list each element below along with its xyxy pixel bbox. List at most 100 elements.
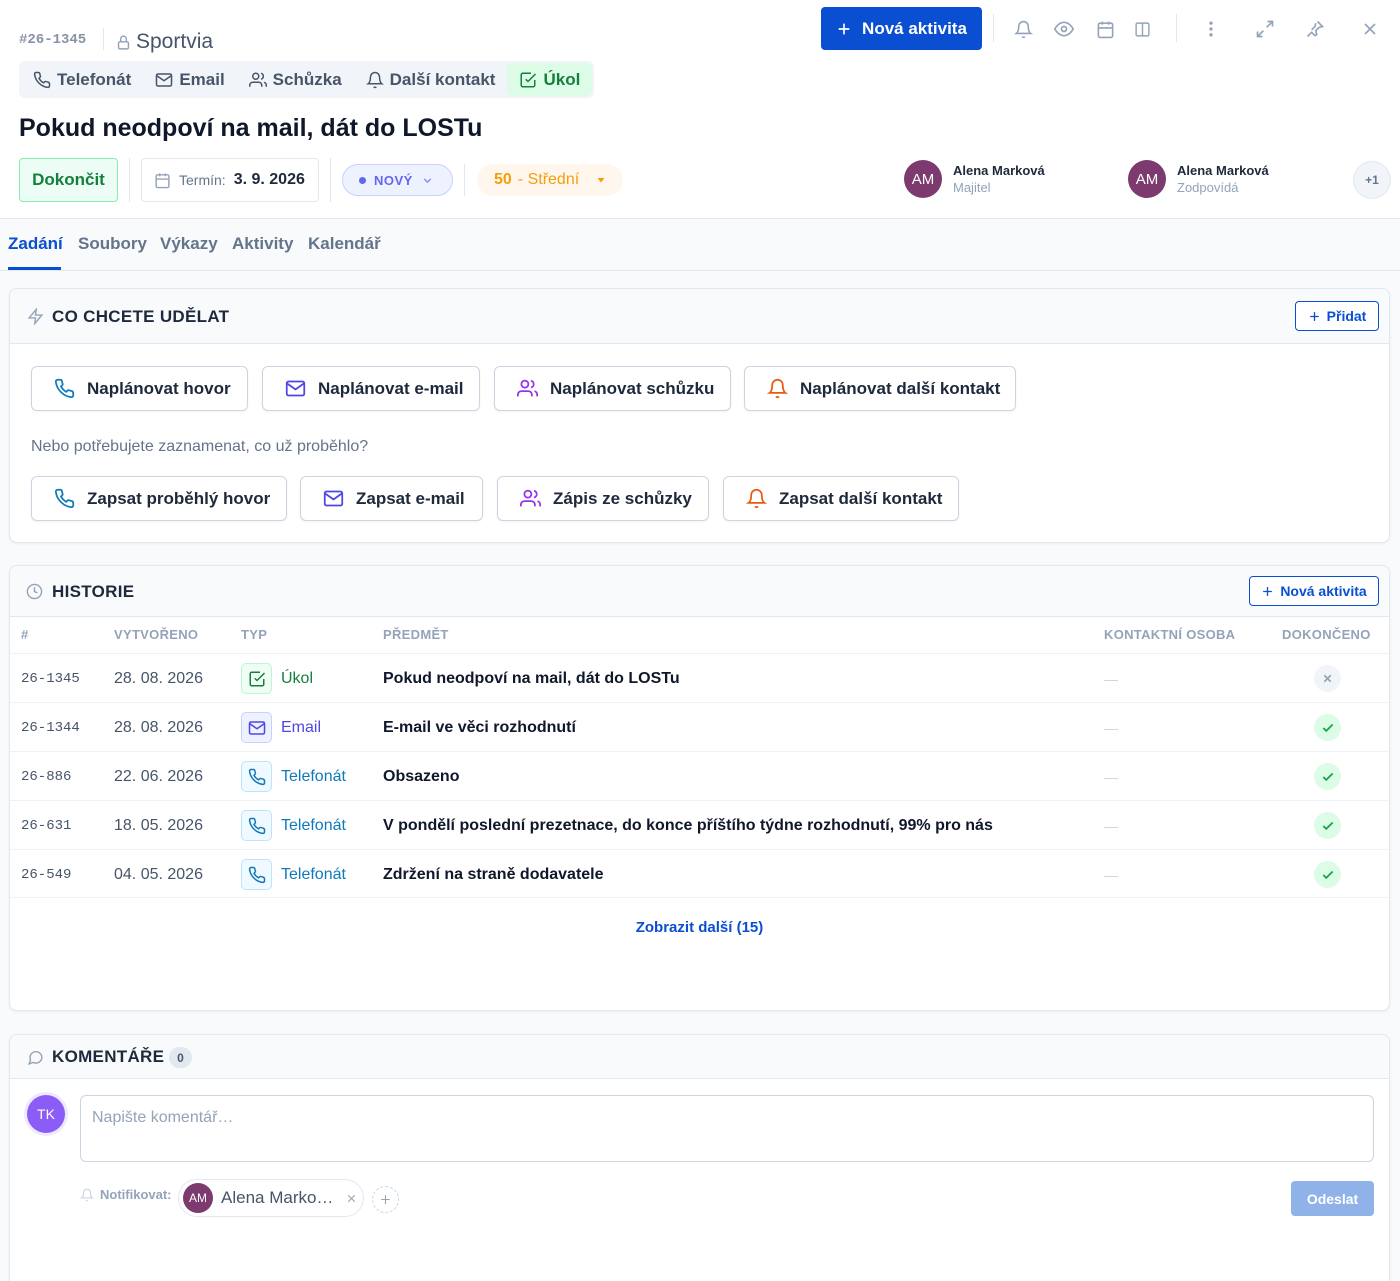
row-done[interactable]	[1314, 703, 1341, 752]
button-label: Naplánovat hovor	[87, 378, 231, 398]
users-icon	[248, 71, 267, 89]
type-tab-label: Email	[179, 69, 225, 89]
log-call-button[interactable]: Zapsat proběhlý hovor	[31, 476, 287, 521]
comment-input[interactable]: Napište komentář…	[80, 1095, 1374, 1162]
status-label: NOVÝ	[374, 172, 413, 188]
activity-type-tabs: Telefonát Email Schůzka Další kontakt Úk…	[19, 61, 595, 98]
table-row[interactable]: 26-631 18. 05. 2026 Telefonát V pondělí …	[10, 800, 1389, 849]
row-date: 04. 05. 2026	[114, 865, 203, 883]
lock-icon	[115, 34, 132, 51]
row-subject: Zdržení na straně dodavatele	[383, 865, 604, 883]
type-tab-label: Schůzka	[272, 69, 342, 89]
tab-vykazy[interactable]: Výkazy	[160, 234, 218, 254]
column-header: KONTAKTNÍ OSOBA	[1104, 627, 1236, 642]
close-icon[interactable]	[345, 1192, 358, 1205]
close-icon[interactable]	[1356, 15, 1384, 43]
tab-kalendar[interactable]: Kalendář	[308, 234, 381, 254]
show-more-link[interactable]: Zobrazit další (15)	[10, 919, 1389, 936]
chip-name: Alena Marko…	[221, 1188, 334, 1207]
notify-text: Notifikovat:	[100, 1187, 172, 1202]
column-header: #	[21, 627, 29, 642]
columns-icon[interactable]	[1128, 15, 1156, 43]
priority-number: 50	[494, 171, 512, 188]
row-date: 22. 06. 2026	[114, 767, 203, 785]
assignee[interactable]: AM Alena Marková Zodpovídá	[1128, 160, 1269, 198]
row-id: 26-1345	[21, 670, 80, 687]
notify-chip[interactable]: AM Alena Marko…	[178, 1179, 364, 1217]
row-type-label: Úkol	[281, 669, 314, 687]
row-date: 28. 08. 2026	[114, 718, 203, 736]
add-label: Přidat	[1326, 308, 1367, 324]
row-subject: V pondělí poslední prezetnace, do konce …	[383, 816, 993, 834]
status-dot	[359, 176, 366, 184]
calendar-icon[interactable]	[1091, 15, 1119, 43]
actions-card: CO CHCETE UDĚLAT Přidat Naplánovat hovor…	[9, 288, 1390, 543]
button-label: Naplánovat další kontakt	[800, 378, 1001, 398]
tab-aktivity[interactable]: Aktivity	[232, 234, 293, 254]
notify-label: Notifikovat:	[80, 1187, 172, 1202]
avatar: AM	[183, 1183, 213, 1213]
row-type-label: Email	[281, 718, 322, 736]
tab-zadani[interactable]: Zadání	[8, 234, 63, 254]
new-activity-button[interactable]: Nová aktivita	[821, 7, 982, 50]
log-meeting-button[interactable]: Zápis ze schůzky	[497, 476, 709, 521]
task-title: Pokud neodpoví na mail, dát do LOSTu	[19, 114, 483, 142]
table-row[interactable]: 26-1344 28. 08. 2026 Email E-mail ve věc…	[10, 702, 1389, 751]
add-recipient-button[interactable]	[372, 1186, 399, 1213]
row-contact: —	[1104, 719, 1118, 736]
type-tab-other-contact[interactable]: Další kontakt	[354, 63, 508, 96]
bell-icon[interactable]	[1009, 15, 1037, 43]
log-other-contact-button[interactable]: Zapsat další kontakt	[723, 476, 959, 521]
pin-icon[interactable]	[1301, 15, 1329, 43]
table-row[interactable]: 26-549 04. 05. 2026 Telefonát Zdržení na…	[10, 849, 1389, 898]
divider	[129, 158, 130, 202]
eye-icon[interactable]	[1050, 15, 1078, 43]
plan-other-contact-button[interactable]: Naplánovat další kontakt	[744, 366, 1016, 411]
users-icon	[517, 378, 538, 399]
expand-icon[interactable]	[1251, 15, 1279, 43]
x-icon	[1314, 665, 1341, 692]
column-header: DOKONČENO	[1282, 627, 1371, 642]
type-tab-meeting[interactable]: Schůzka	[237, 63, 354, 96]
type-tab-label: Další kontakt	[389, 69, 496, 89]
status-dropdown[interactable]: NOVÝ	[342, 164, 453, 196]
bell-icon	[767, 378, 788, 399]
company-link[interactable]: Sportvia	[115, 30, 213, 54]
log-email-button[interactable]: Zapsat e-mail	[300, 476, 483, 521]
card-header: KOMENTÁŘE 0	[10, 1035, 1389, 1079]
mail-icon	[323, 488, 344, 509]
more-people-button[interactable]: +1	[1353, 161, 1391, 199]
deadline-field[interactable]: Termín: 3. 9. 2026	[141, 158, 319, 202]
person-role: Zodpovídá	[1177, 180, 1239, 195]
person-name: Alena Marková	[953, 163, 1045, 178]
priority-dropdown[interactable]: 50 - Střední	[477, 164, 623, 196]
row-done[interactable]	[1314, 850, 1341, 899]
divider	[330, 158, 331, 202]
new-activity-label: Nová aktivita	[862, 18, 967, 38]
plan-call-button[interactable]: Naplánovat hovor	[31, 366, 248, 411]
card-title: CO CHCETE UDĚLAT	[52, 307, 230, 326]
row-done[interactable]	[1314, 654, 1341, 703]
plan-email-button[interactable]: Naplánovat e-mail	[262, 366, 480, 411]
type-tab-email[interactable]: Email	[143, 63, 236, 96]
complete-button[interactable]: Dokončit	[19, 158, 118, 202]
send-button[interactable]: Odeslat	[1291, 1181, 1374, 1216]
row-done[interactable]	[1314, 752, 1341, 801]
owner[interactable]: AM Alena Marková Majitel	[904, 160, 1045, 198]
phone-icon	[241, 761, 272, 792]
plan-meeting-button[interactable]: Naplánovat schůzku	[494, 366, 731, 411]
row-contact: —	[1104, 768, 1118, 785]
more-vertical-icon[interactable]	[1197, 15, 1225, 43]
table-row[interactable]: 26-1345 28. 08. 2026 Úkol Pokud neodpoví…	[10, 653, 1389, 702]
priority-label: - Střední	[517, 171, 580, 188]
button-label: Zápis ze schůzky	[553, 488, 692, 508]
type-tab-phone[interactable]: Telefonát	[21, 63, 143, 96]
type-tab-task[interactable]: Úkol	[507, 63, 593, 96]
table-row[interactable]: 26-886 22. 06. 2026 Telefonát Obsazeno —	[10, 751, 1389, 800]
tab-soubory[interactable]: Soubory	[78, 234, 147, 254]
new-activity-button[interactable]: Nová aktivita	[1249, 576, 1379, 606]
button-label: Zapsat e-mail	[356, 488, 465, 508]
button-label: Naplánovat e-mail	[318, 378, 464, 398]
row-done[interactable]	[1314, 801, 1341, 850]
add-button[interactable]: Přidat	[1295, 301, 1379, 331]
